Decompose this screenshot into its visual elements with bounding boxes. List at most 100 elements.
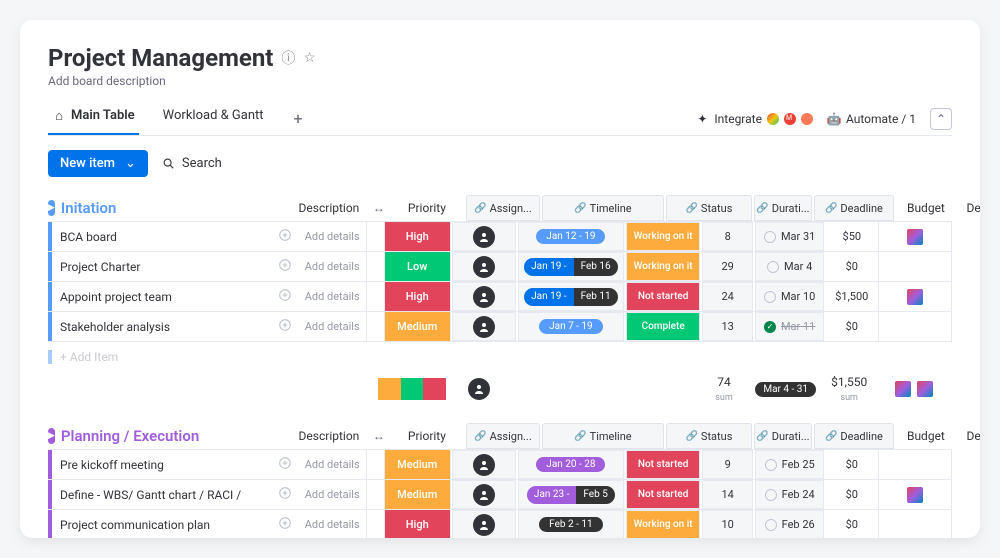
drag-icon[interactable]: ↔ [369,429,389,443]
col-timeline[interactable]: 🔗Timeline [542,423,664,449]
col-budget[interactable]: Budget [895,429,957,443]
expand-icon[interactable] [278,456,292,473]
item-name-cell[interactable]: Appoint project team [48,282,298,311]
assignee-cell[interactable] [452,450,516,479]
deliverable-thumbnail[interactable] [907,487,923,503]
item-name-cell[interactable]: Project communication plan [48,510,298,538]
item-name-cell[interactable]: Stakeholder analysis [48,312,298,341]
status-cell[interactable]: Not started [626,282,701,311]
new-item-button[interactable]: New item ⌄ [48,150,148,177]
deliverables-cell[interactable] [879,480,952,509]
budget-cell[interactable]: $50 [825,222,879,251]
board-subtitle[interactable]: Add board description [48,74,952,88]
expand-icon[interactable] [278,288,292,305]
col-deliverables[interactable]: Deliverables [957,201,980,215]
search-button[interactable]: Search [162,156,222,171]
priority-cell[interactable]: High [385,282,451,311]
deadline-cell[interactable]: Feb 25 [755,450,824,479]
col-status[interactable]: 🔗Status [666,423,752,449]
col-description[interactable]: Description [289,429,369,443]
priority-cell[interactable]: Medium [385,480,451,509]
deliverables-cell[interactable] [879,222,952,251]
deliverables-cell[interactable] [879,282,952,311]
col-budget[interactable]: Budget [895,201,957,215]
duration-cell[interactable]: 10 [702,510,752,538]
item-name-cell[interactable]: Define - WBS/ Gantt chart / RACI / [48,480,298,509]
status-cell[interactable]: Complete [626,312,701,341]
status-cell[interactable]: Not started [626,480,701,509]
timeline-cell[interactable]: Jan 20 - 28 [518,450,624,479]
expand-icon[interactable] [278,516,292,533]
info-icon[interactable]: ⓘ [281,48,295,68]
deliverable-thumbnail[interactable] [907,289,923,305]
description-cell[interactable]: Add details [298,252,367,281]
add-item-row[interactable]: + Add Item [48,341,952,371]
deliverables-cell[interactable] [879,510,952,538]
duration-cell[interactable]: 29 [702,252,752,281]
drag-icon[interactable]: ↔ [369,201,389,215]
assignee-cell[interactable] [452,480,516,509]
budget-cell[interactable]: $0 [825,450,879,479]
duration-cell[interactable]: 24 [702,282,752,311]
timeline-cell[interactable]: Jan 19 -Feb 16 [518,252,624,281]
duration-cell[interactable]: 14 [702,480,752,509]
collapse-header-button[interactable]: ⌃ [930,108,952,130]
description-cell[interactable]: Add details [298,510,367,538]
deliverables-cell[interactable] [879,312,952,341]
deadline-cell[interactable]: Feb 26 [755,510,824,538]
priority-cell[interactable]: High [385,510,451,538]
status-cell[interactable]: Working on it [626,510,701,538]
assignee-cell[interactable] [452,312,516,341]
timeline-cell[interactable]: Feb 2 - 11 [518,510,624,538]
timeline-cell[interactable]: Jan 7 - 19 [518,312,624,341]
tab-main-table[interactable]: ⌂ Main Table [48,102,139,135]
item-name-cell[interactable]: Project Charter [48,252,298,281]
budget-cell[interactable]: $1,500 [825,282,879,311]
priority-cell[interactable]: Low [385,252,451,281]
timeline-pill[interactable]: Jan 7 - 19 [539,319,603,334]
col-priority[interactable]: Priority [389,429,465,443]
description-cell[interactable]: Add details [298,312,367,341]
status-cell[interactable]: Not started [626,450,701,479]
deadline-cell[interactable]: Mar 4 [755,252,824,281]
assignee-cell[interactable] [452,222,516,251]
description-cell[interactable]: Add details [298,282,367,311]
timeline-pill[interactable]: Feb 2 - 11 [539,517,602,532]
duration-cell[interactable]: 8 [702,222,752,251]
col-priority[interactable]: Priority [389,201,465,215]
timeline-cell[interactable]: Jan 19 -Feb 11 [518,282,624,311]
col-deadline[interactable]: 🔗Deadline [814,195,894,221]
timeline-pill[interactable]: Jan 20 - 28 [536,457,605,472]
item-name-cell[interactable]: Pre kickoff meeting [48,450,298,479]
col-description[interactable]: Description [289,201,369,215]
timeline-cell[interactable]: Jan 12 - 19 [518,222,624,251]
description-cell[interactable]: Add details [298,222,367,251]
budget-cell[interactable]: $0 [825,312,879,341]
timeline-pill[interactable]: Jan 12 - 19 [536,229,605,244]
deliverables-cell[interactable] [879,252,952,281]
timeline-pill[interactable]: Jan 23 -Feb 5 [527,486,615,504]
duration-cell[interactable]: 13 [702,312,752,341]
item-name-cell[interactable]: BCA board [48,222,298,251]
favorite-icon[interactable]: ☆ [303,50,316,66]
status-cell[interactable]: Working on it [626,252,701,281]
collapse-group-button[interactable]: ▶ [48,428,55,444]
deadline-cell[interactable]: Feb 24 [755,480,824,509]
expand-icon[interactable] [278,228,292,245]
col-duration[interactable]: 🔗Durati... [754,195,812,221]
col-assignee[interactable]: 🔗Assign... [466,195,540,221]
assignee-cell[interactable] [452,510,516,538]
timeline-cell[interactable]: Jan 23 -Feb 5 [518,480,624,509]
expand-icon[interactable] [278,258,292,275]
priority-cell[interactable]: Medium [385,312,451,341]
group-name[interactable]: Planning / Execution [61,427,289,445]
deliverable-thumbnail[interactable] [907,229,923,245]
col-status[interactable]: 🔗Status [666,195,752,221]
deliverables-cell[interactable] [879,450,952,479]
col-deliverables[interactable]: Deliverables [957,429,980,443]
collapse-group-button[interactable]: ▶ [48,200,55,216]
add-tab-button[interactable]: + [288,109,309,128]
status-cell[interactable]: Working on it [626,222,701,251]
duration-cell[interactable]: 9 [702,450,752,479]
timeline-pill[interactable]: Jan 19 -Feb 16 [524,258,618,276]
